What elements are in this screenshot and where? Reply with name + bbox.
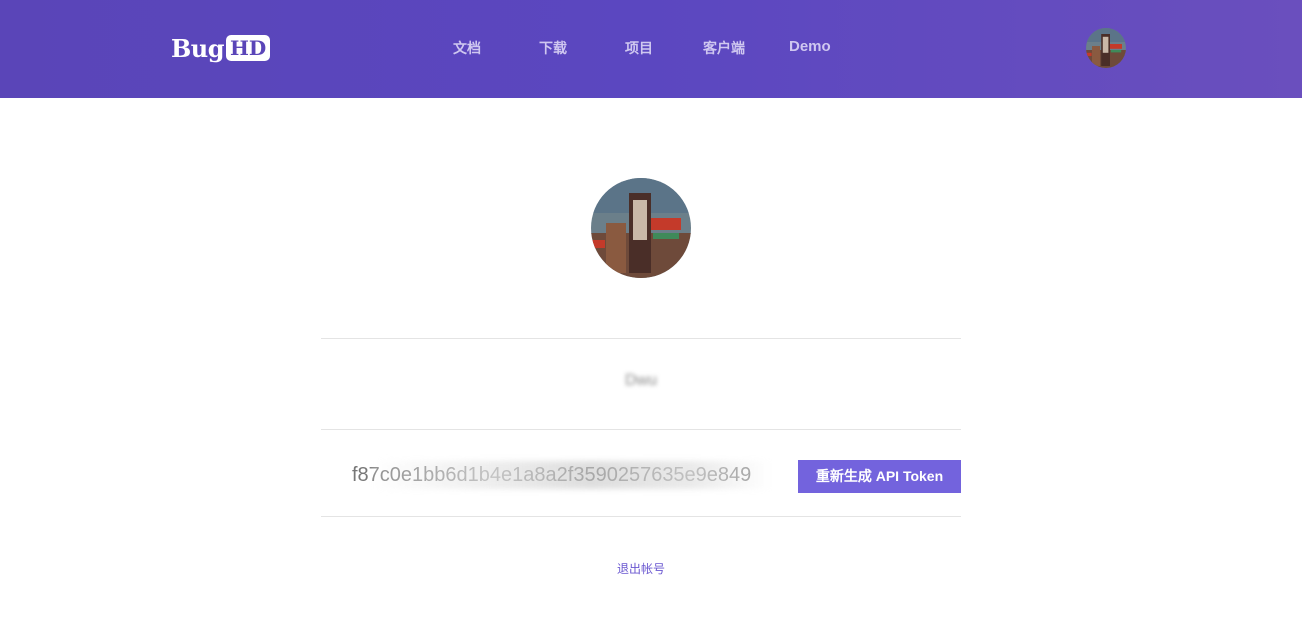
profile-avatar bbox=[591, 178, 691, 278]
profile-photo-icon bbox=[591, 178, 691, 278]
divider-top bbox=[321, 338, 961, 339]
nav-item-projects[interactable]: 项目 bbox=[625, 38, 653, 58]
user-avatar-menu[interactable] bbox=[1086, 28, 1126, 68]
nav-item-client[interactable]: 客户端 bbox=[703, 38, 745, 58]
nav-item-docs[interactable]: 文档 bbox=[453, 38, 481, 58]
nav-item-demo[interactable]: Demo bbox=[789, 38, 831, 55]
avatar-photo-icon bbox=[1086, 28, 1126, 68]
token-redaction bbox=[371, 461, 771, 489]
top-header: Bug HD 文档 下载 项目 客户端 Demo bbox=[0, 0, 1302, 98]
logout-link[interactable]: 退出帐号 bbox=[321, 560, 961, 577]
divider-middle bbox=[321, 429, 961, 430]
username-text: Dwu bbox=[624, 372, 657, 389]
regenerate-token-button[interactable]: 重新生成 API Token bbox=[798, 460, 961, 493]
divider-bottom bbox=[321, 516, 961, 517]
nav-item-download[interactable]: 下载 bbox=[539, 38, 567, 58]
